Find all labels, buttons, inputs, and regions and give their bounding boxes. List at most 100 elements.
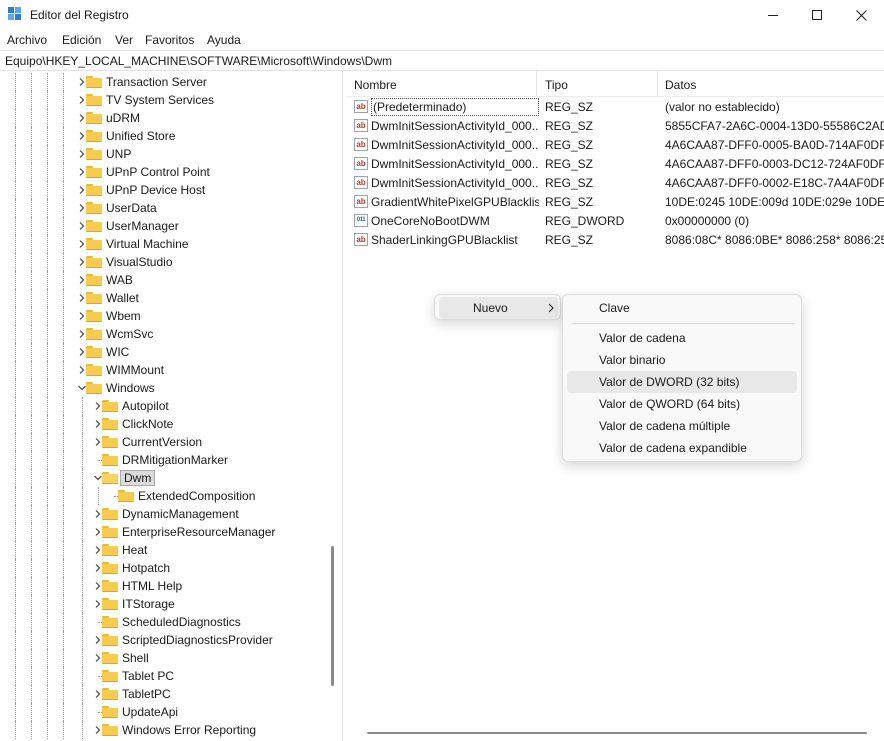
tree-item[interactable]: Virtual Machine xyxy=(0,235,326,253)
menu-item-valor-qword[interactable]: Valor de QWORD (64 bits) xyxy=(567,393,797,415)
tree-guide-line xyxy=(31,613,32,631)
folder-icon xyxy=(86,94,102,106)
tree-guide-line xyxy=(82,685,83,703)
folder-icon xyxy=(102,562,118,574)
tree-item[interactable]: Autopilot xyxy=(0,397,326,415)
folder-icon xyxy=(86,148,102,160)
tree-item-label: ScriptedDiagnosticsProvider xyxy=(122,633,273,647)
tree-guide-line xyxy=(31,685,32,703)
tree-item[interactable]: WAB xyxy=(0,271,326,289)
value-row[interactable]: 011 OneCoreNoBootDWM REG_DWORD 0x00000000 (… xyxy=(347,211,884,230)
value-row[interactable]: ab DwmInitSessionActivityId_000... REG_SZ 4… xyxy=(347,135,884,154)
tree-item[interactable]: ExtendedComposition xyxy=(0,487,326,505)
value-data: 4A6CAA87-DFF0-0002-E18C-7A4AF0DFDC xyxy=(665,176,884,190)
tree-item[interactable]: Tablet PC xyxy=(0,667,326,685)
tree-guide-line xyxy=(63,487,64,505)
close-button[interactable] xyxy=(838,0,884,30)
value-row[interactable]: ab (Predeterminado) REG_SZ (valor no establ… xyxy=(347,97,884,116)
string-value-icon: ab xyxy=(354,100,368,113)
column-header-type[interactable]: Tipo xyxy=(538,71,658,97)
tree-guide-line xyxy=(47,235,48,253)
menu-item-valor-dword[interactable]: Valor de DWORD (32 bits) xyxy=(567,371,797,393)
menu-item-clave[interactable]: Clave xyxy=(567,297,797,319)
folder-icon xyxy=(86,292,102,304)
tree-guide-line xyxy=(47,667,48,685)
tree-item[interactable]: ScriptedDiagnosticsProvider xyxy=(0,631,326,649)
value-type: REG_SZ xyxy=(545,138,594,152)
tree-item[interactable]: Hotpatch xyxy=(0,559,326,577)
tree-item[interactable]: Shell xyxy=(0,649,326,667)
tree-guide-line xyxy=(47,199,48,217)
menu-archivo[interactable]: Archivo xyxy=(7,33,47,47)
key-tree[interactable]: Transaction Server TV System Services uDRM… xyxy=(0,71,343,741)
tree-guide-line xyxy=(63,145,64,163)
string-value-icon: ab xyxy=(354,195,368,208)
value-row[interactable]: ab GradientWhitePixelGPUBlacklist REG_SZ 10… xyxy=(347,192,884,211)
tree-item[interactable]: UserManager xyxy=(0,217,326,235)
tree-item[interactable]: UNP xyxy=(0,145,326,163)
tree-item[interactable]: UserData xyxy=(0,199,326,217)
value-data: 0x00000000 (0) xyxy=(665,214,750,228)
menu-ayuda[interactable]: Ayuda xyxy=(207,33,241,47)
tree-item[interactable]: ClickNote xyxy=(0,415,326,433)
menu-favoritos[interactable]: Favoritos xyxy=(145,33,194,47)
tree-item-label: Shell xyxy=(122,651,149,665)
close-icon xyxy=(855,9,867,21)
tree-item[interactable]: Wbem xyxy=(0,307,326,325)
tree-guide-line xyxy=(31,181,32,199)
tree-item[interactable]: uDRM xyxy=(0,109,326,127)
tree-guide-line xyxy=(15,397,16,415)
menu-item-nuevo[interactable]: Nuevo xyxy=(439,297,558,319)
tree-item[interactable]: UPnP Control Point xyxy=(0,163,326,181)
tree-item[interactable]: CurrentVersion xyxy=(0,433,326,451)
tree-item[interactable]: ScheduledDiagnostics xyxy=(0,613,326,631)
tree-item[interactable]: VisualStudio xyxy=(0,253,326,271)
menu-edicion[interactable]: Edición xyxy=(62,33,101,47)
menu-item-valor-cadena[interactable]: Valor de cadena xyxy=(567,327,797,349)
tree-item[interactable]: ITStorage xyxy=(0,595,326,613)
tree-item[interactable]: Transaction Server xyxy=(0,73,326,91)
tree-item[interactable]: Wallet xyxy=(0,289,326,307)
menu-ver[interactable]: Ver xyxy=(115,33,133,47)
submenu-item-label: Valor de cadena xyxy=(599,331,686,345)
tree-item[interactable]: DRMitigationMarker xyxy=(0,451,326,469)
tree-guide-line xyxy=(15,235,16,253)
value-row[interactable]: ab DwmInitSessionActivityId_000... REG_SZ 5… xyxy=(347,116,884,135)
address-bar[interactable]: Equipo\HKEY_LOCAL_MACHINE\SOFTWARE\Micro… xyxy=(0,50,884,71)
value-type: REG_DWORD xyxy=(545,214,625,228)
value-row[interactable]: ab ShaderLinkingGPUBlacklist REG_SZ 8086:08… xyxy=(347,230,884,249)
value-data: (valor no establecido) xyxy=(665,100,780,114)
tree-item[interactable]: Unified Store xyxy=(0,127,326,145)
tree-guide-line xyxy=(47,415,48,433)
maximize-button[interactable] xyxy=(794,0,840,30)
tree-guide-line xyxy=(15,649,16,667)
menu-item-valor-binario[interactable]: Valor binario xyxy=(567,349,797,371)
tree-scrollbar[interactable] xyxy=(331,546,334,686)
tree-item[interactable]: TabletPC xyxy=(0,685,326,703)
value-row[interactable]: ab DwmInitSessionActivityId_000... REG_SZ 4… xyxy=(347,154,884,173)
value-row[interactable]: ab DwmInitSessionActivityId_000... REG_SZ 4… xyxy=(347,173,884,192)
value-name: DwmInitSessionActivityId_000... xyxy=(371,157,539,171)
tree-item[interactable]: Windows xyxy=(0,379,326,397)
column-header-name[interactable]: Nombre xyxy=(347,71,537,97)
tree-item[interactable]: Dwm xyxy=(0,469,326,487)
horizontal-scrollbar[interactable] xyxy=(367,732,867,734)
tree-item[interactable]: EnterpriseResourceManager xyxy=(0,523,326,541)
tree-item[interactable]: UPnP Device Host xyxy=(0,181,326,199)
tree-item[interactable]: UpdateApi xyxy=(0,703,326,721)
folder-icon xyxy=(86,346,102,358)
column-header-data[interactable]: Datos xyxy=(658,71,884,97)
tree-item[interactable]: Windows Error Reporting xyxy=(0,721,326,739)
folder-icon xyxy=(118,490,134,502)
menu-item-valor-cadena-expandible[interactable]: Valor de cadena expandible xyxy=(567,437,797,459)
menu-item-valor-cadena-multiple[interactable]: Valor de cadena múltiple xyxy=(567,415,797,437)
tree-item[interactable]: WIC xyxy=(0,343,326,361)
tree-guide-line xyxy=(15,523,16,541)
tree-item[interactable]: DynamicManagement xyxy=(0,505,326,523)
tree-item[interactable]: Heat xyxy=(0,541,326,559)
tree-item[interactable]: TV System Services xyxy=(0,91,326,109)
tree-item[interactable]: WIMMount xyxy=(0,361,326,379)
tree-item[interactable]: WcmSvc xyxy=(0,325,326,343)
minimize-button[interactable] xyxy=(750,0,796,30)
tree-item[interactable]: HTML Help xyxy=(0,577,326,595)
